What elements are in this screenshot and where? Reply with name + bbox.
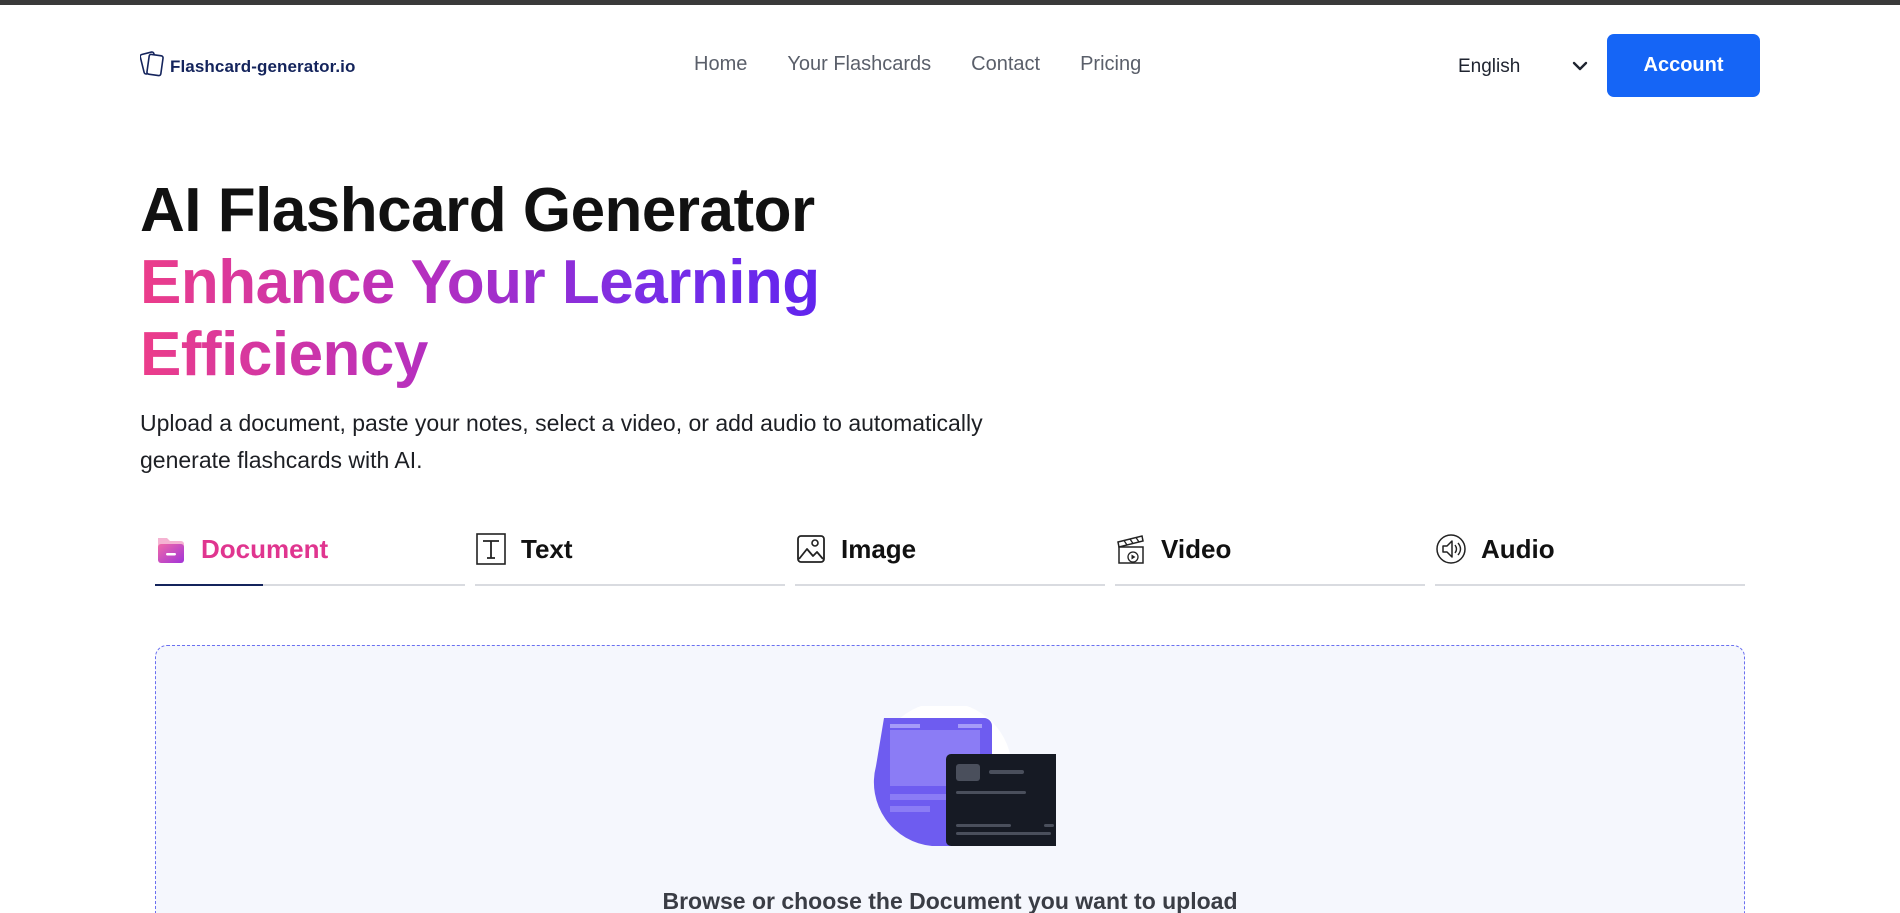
hero-title-gradient: Enhance Your Learning Efficiency	[140, 247, 860, 391]
hero-title: AI Flashcard Generator Enhance Your Lear…	[140, 175, 860, 391]
video-clapper-icon	[1115, 532, 1147, 566]
account-button[interactable]: Account	[1607, 34, 1760, 97]
tab-audio-label: Audio	[1481, 533, 1555, 564]
nav-home[interactable]: Home	[694, 53, 747, 76]
tab-text[interactable]: Text	[475, 524, 785, 586]
upload-dropzone[interactable]: Browse or choose the Document you want t…	[155, 645, 1745, 913]
language-select[interactable]: English	[1458, 51, 1588, 83]
tab-text-label: Text	[521, 533, 573, 564]
nav-contact[interactable]: Contact	[971, 53, 1040, 76]
site-header: Flashcard-generator.io Home Your Flashca…	[0, 5, 1900, 123]
hero-title-line1: AI Flashcard Generator	[140, 176, 815, 245]
tab-audio[interactable]: Audio	[1435, 524, 1745, 586]
tab-video-label: Video	[1161, 533, 1232, 564]
upload-prompt: Browse or choose the Document you want t…	[662, 888, 1238, 913]
language-label: English	[1458, 56, 1521, 77]
tab-image-label: Image	[841, 533, 917, 564]
logo-link[interactable]: Flashcard-generator.io	[139, 49, 356, 84]
logo-cards-icon	[139, 49, 166, 84]
nav-pricing[interactable]: Pricing	[1080, 53, 1141, 76]
hero-subtitle: Upload a document, paste your notes, sel…	[140, 410, 983, 473]
tab-document-label: Document	[201, 533, 329, 564]
tab-document[interactable]: Document	[155, 524, 465, 586]
document-folder-icon	[155, 532, 187, 566]
upload-illustration	[846, 702, 1091, 891]
source-tabs: Document Text Image Video Audio	[155, 524, 1745, 586]
image-icon	[795, 532, 827, 566]
text-icon	[475, 532, 507, 566]
chevron-down-icon	[1572, 58, 1588, 76]
main-nav: Home Your Flashcards Contact Pricing	[694, 53, 1141, 76]
tab-image[interactable]: Image	[795, 524, 1105, 586]
speaker-icon	[1435, 532, 1467, 566]
logo-text: Flashcard-generator.io	[170, 56, 356, 76]
nav-your-flashcards[interactable]: Your Flashcards	[787, 53, 931, 76]
tab-video[interactable]: Video	[1115, 524, 1425, 586]
